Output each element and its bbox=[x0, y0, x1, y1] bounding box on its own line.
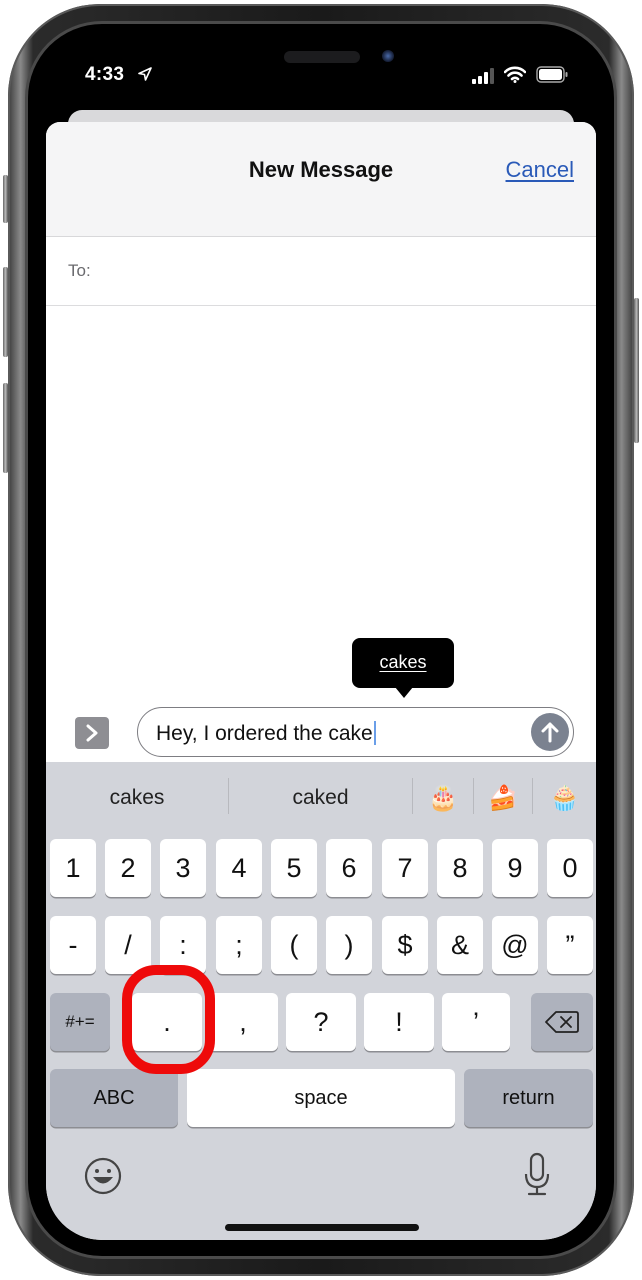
battery-icon bbox=[536, 66, 568, 83]
message-transcript-area bbox=[46, 307, 596, 757]
recipient-label: To: bbox=[68, 261, 91, 280]
key-7[interactable]: 7 bbox=[382, 839, 428, 897]
recipient-row: To: bbox=[46, 237, 596, 306]
prediction-word-caked[interactable]: caked bbox=[229, 762, 412, 834]
key-apostrophe[interactable]: ’ bbox=[442, 993, 510, 1051]
predictive-bar: cakes caked 🎂 🍰 🧁 bbox=[46, 762, 596, 834]
key-question[interactable]: ? bbox=[286, 993, 356, 1051]
key-period[interactable]: . bbox=[132, 993, 202, 1051]
compose-text[interactable]: Hey, I ordered the cake bbox=[156, 721, 376, 746]
symbols-toggle-key[interactable]: #+= bbox=[50, 993, 110, 1051]
arrow-up-icon bbox=[541, 722, 559, 743]
key-open-paren[interactable]: ( bbox=[271, 916, 317, 974]
cellular-signal-icon bbox=[472, 68, 494, 84]
status-bar: 4:33 bbox=[46, 44, 596, 104]
key-4[interactable]: 4 bbox=[216, 839, 262, 897]
message-compose-field[interactable]: Hey, I ordered the cake bbox=[137, 707, 574, 757]
key-comma[interactable]: , bbox=[208, 993, 278, 1051]
compose-text-value: Hey, I ordered the cake bbox=[156, 722, 373, 745]
key-double-quote[interactable]: ” bbox=[547, 916, 593, 974]
key-hyphen[interactable]: - bbox=[50, 916, 96, 974]
key-6[interactable]: 6 bbox=[326, 839, 372, 897]
key-2[interactable]: 2 bbox=[105, 839, 151, 897]
key-colon[interactable]: : bbox=[160, 916, 206, 974]
cupcake-emoji[interactable]: 🧁 bbox=[533, 762, 596, 834]
key-semicolon[interactable]: ; bbox=[216, 916, 262, 974]
key-3[interactable]: 3 bbox=[160, 839, 206, 897]
status-time: 4:33 bbox=[85, 64, 125, 85]
key-1[interactable]: 1 bbox=[50, 839, 96, 897]
key-dollar[interactable]: $ bbox=[382, 916, 428, 974]
prediction-word-cakes[interactable]: cakes bbox=[46, 762, 228, 834]
wifi-icon bbox=[504, 66, 526, 83]
keyboard: cakes caked 🎂 🍰 🧁 1 2 3 4 5 6 7 8 9 0 - bbox=[46, 762, 596, 1240]
key-5[interactable]: 5 bbox=[271, 839, 317, 897]
autocorrect-suggestion[interactable]: cakes bbox=[379, 652, 426, 673]
key-slash[interactable]: / bbox=[105, 916, 151, 974]
emoji-smiley-icon[interactable] bbox=[83, 1156, 123, 1196]
send-button[interactable] bbox=[531, 713, 569, 751]
screen: 4:33 New Message Cancel To: cakes Hey, I… bbox=[46, 44, 596, 1240]
space-key[interactable]: space bbox=[187, 1069, 455, 1127]
autocorrect-tooltip[interactable]: cakes bbox=[352, 638, 454, 698]
backspace-icon bbox=[545, 1011, 579, 1033]
shortcake-emoji[interactable]: 🍰 bbox=[474, 762, 532, 834]
chevron-right-icon bbox=[86, 724, 98, 742]
return-key[interactable]: return bbox=[464, 1069, 593, 1127]
location-arrow-icon bbox=[138, 67, 152, 81]
power-button bbox=[634, 298, 639, 443]
silent-switch bbox=[3, 175, 8, 223]
volume-down-button bbox=[3, 383, 8, 473]
home-indicator[interactable] bbox=[225, 1224, 419, 1231]
key-9[interactable]: 9 bbox=[492, 839, 538, 897]
key-close-paren[interactable]: ) bbox=[326, 916, 372, 974]
key-ampersand[interactable]: & bbox=[437, 916, 483, 974]
apps-toggle-button[interactable] bbox=[75, 717, 109, 749]
recipient-input[interactable] bbox=[104, 251, 574, 291]
volume-up-button bbox=[3, 267, 8, 357]
delete-key[interactable] bbox=[531, 993, 593, 1051]
new-message-sheet: New Message Cancel To: cakes Hey, I orde… bbox=[46, 122, 596, 1240]
key-at[interactable]: @ bbox=[492, 916, 538, 974]
key-exclamation[interactable]: ! bbox=[364, 993, 434, 1051]
cancel-button[interactable]: Cancel bbox=[506, 157, 574, 183]
key-0[interactable]: 0 bbox=[547, 839, 593, 897]
microphone-icon[interactable] bbox=[522, 1152, 552, 1198]
key-8[interactable]: 8 bbox=[437, 839, 483, 897]
abc-key[interactable]: ABC bbox=[50, 1069, 178, 1127]
text-cursor bbox=[373, 721, 376, 745]
navigation-bar: New Message Cancel bbox=[46, 122, 596, 237]
birthday-cake-emoji[interactable]: 🎂 bbox=[413, 762, 473, 834]
